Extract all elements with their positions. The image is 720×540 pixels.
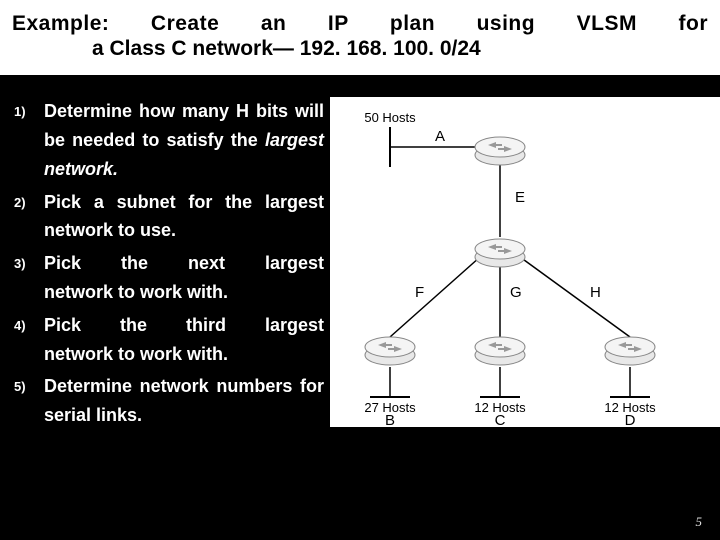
step-line: network to work with. (44, 278, 228, 307)
step-line: Pick the third largest (44, 315, 324, 335)
step-text: Pick the third largest network to work w… (44, 311, 324, 369)
step-text: Pick a subnet for the largest network to… (44, 188, 324, 246)
step-number: 5) (14, 372, 44, 430)
label-h: H (590, 284, 601, 301)
label-hosts-a: 50 Hosts (364, 110, 416, 125)
label-g: G (510, 284, 522, 301)
content-area: 1) Determine how many H bits will be nee… (0, 77, 720, 434)
steps-list: 1) Determine how many H bits will be nee… (14, 97, 324, 434)
step-line: Determine network numbers (44, 376, 292, 396)
list-item: 2) Pick a subnet for the largest network… (14, 188, 324, 246)
router-icon (475, 239, 525, 267)
step-text: Determine network numbers for serial lin… (44, 372, 324, 430)
step-text: Pick the next largest network to work wi… (44, 249, 324, 307)
label-e: E (515, 189, 525, 206)
step-text: Determine how many H bits will be needed… (44, 97, 324, 183)
step-number: 2) (14, 188, 44, 246)
step-number: 1) (14, 97, 44, 183)
step-line: Pick a subnet for the largest (44, 192, 324, 212)
list-item: 4) Pick the third largest network to wor… (14, 311, 324, 369)
step-number: 4) (14, 311, 44, 369)
step-line: network to work with. (44, 340, 228, 369)
list-item: 3) Pick the next largest network to work… (14, 249, 324, 307)
router-icon (605, 337, 655, 365)
title-line-2: a Class C network— 192. 168. 100. 0/24 (12, 37, 708, 61)
step-line: network to use. (44, 220, 176, 240)
label-d: D (625, 412, 636, 427)
label-c: C (495, 412, 506, 427)
label-f: F (415, 284, 424, 301)
router-icon (365, 337, 415, 365)
title-line-1: Example: Create an IP plan using VLSM fo… (12, 10, 708, 37)
label-a: A (435, 128, 445, 145)
slide-header: Example: Create an IP plan using VLSM fo… (0, 0, 720, 77)
step-number: 3) (14, 249, 44, 307)
page-number: 5 (696, 514, 703, 530)
step-line: Determine how many H bits (44, 101, 288, 121)
list-item: 1) Determine how many H bits will be nee… (14, 97, 324, 183)
network-diagram: 50 Hosts A E F G H 27 Hosts B 12 Hosts C… (330, 97, 720, 427)
router-icon (475, 337, 525, 365)
step-line: Pick the next largest (44, 253, 324, 273)
list-item: 5) Determine network numbers for serial … (14, 372, 324, 430)
label-b: B (385, 412, 395, 427)
router-icon (475, 137, 525, 165)
